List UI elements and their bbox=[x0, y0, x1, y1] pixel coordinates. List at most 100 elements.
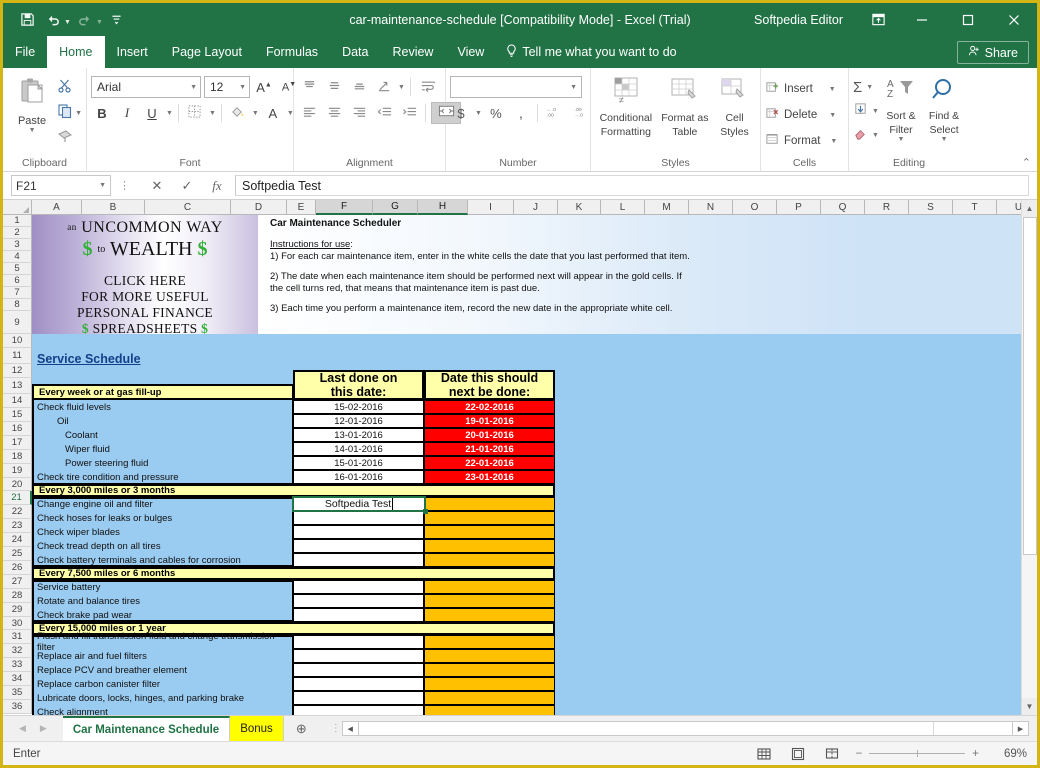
comma-format-button[interactable]: , bbox=[510, 102, 532, 124]
next-due-oil[interactable]: 19-01-2016 bbox=[424, 414, 555, 428]
wrap-text-button[interactable] bbox=[416, 76, 442, 98]
row-header-26[interactable]: 26 bbox=[3, 561, 32, 575]
sheet-tab-bonus[interactable]: Bonus bbox=[230, 716, 284, 741]
next-due-check-hoses[interactable] bbox=[424, 511, 555, 525]
number-format-combo[interactable]: ▼ bbox=[450, 76, 582, 98]
column-header-Q[interactable]: Q bbox=[821, 200, 865, 215]
maximize-restore-button[interactable] bbox=[945, 3, 991, 36]
horizontal-scroll-thumb[interactable] bbox=[359, 722, 934, 735]
tab-formulas[interactable]: Formulas bbox=[254, 36, 330, 68]
next-due-service-battery[interactable] bbox=[424, 580, 555, 594]
font-size-combo[interactable]: 12 ▼ bbox=[204, 76, 250, 98]
page-break-preview-icon[interactable] bbox=[822, 745, 842, 763]
column-header-B[interactable]: B bbox=[82, 200, 145, 215]
font-color-dropdown-icon[interactable]: ▼ bbox=[287, 110, 294, 117]
column-header-O[interactable]: O bbox=[733, 200, 777, 215]
autosum-dropdown-icon[interactable]: ▼ bbox=[866, 84, 873, 91]
column-header-K[interactable]: K bbox=[558, 200, 601, 215]
borders-dropdown-icon[interactable]: ▼ bbox=[209, 110, 216, 117]
row-header-22[interactable]: 22 bbox=[3, 505, 32, 519]
redo-dropdown-icon[interactable]: ▼ bbox=[96, 19, 103, 26]
item-check-battery-terminals[interactable]: Check battery terminals and cables for c… bbox=[32, 553, 292, 567]
cell-styles-button[interactable]: Cell Styles bbox=[713, 73, 756, 138]
accounting-format-button[interactable]: $ bbox=[450, 102, 472, 124]
next-due-replace-pcv[interactable] bbox=[424, 663, 555, 677]
borders-button[interactable] bbox=[184, 102, 206, 124]
last-done-service-battery[interactable] bbox=[293, 580, 424, 594]
item-check-tread-depth[interactable]: Check tread depth on all tires bbox=[32, 539, 292, 553]
item-rotate-balance-tires[interactable]: Rotate and balance tires bbox=[32, 594, 292, 608]
tab-page-layout[interactable]: Page Layout bbox=[160, 36, 254, 68]
row-header-24[interactable]: 24 bbox=[3, 533, 32, 547]
top-align-button[interactable] bbox=[298, 76, 320, 98]
next-due-replace-air-fuel-filters[interactable] bbox=[424, 649, 555, 663]
formula-input[interactable]: Softpedia Test bbox=[235, 175, 1029, 196]
column-header-D[interactable]: D bbox=[231, 200, 287, 215]
column-header-U[interactable]: U bbox=[997, 200, 1021, 215]
item-check-brake-pad-wear[interactable]: Check brake pad wear bbox=[32, 608, 292, 622]
collapse-ribbon-button[interactable]: ⌃ bbox=[1022, 156, 1031, 169]
ribbon-display-options-icon[interactable] bbox=[857, 3, 899, 36]
cell-editor-f21[interactable]: Softpedia Test bbox=[292, 496, 426, 512]
row-header-5[interactable]: 5 bbox=[3, 263, 32, 275]
next-due-replace-carbon-canister[interactable] bbox=[424, 677, 555, 691]
underline-button[interactable]: U bbox=[141, 102, 163, 124]
next-due-rotate-balance-tires[interactable] bbox=[424, 594, 555, 608]
format-painter-button[interactable] bbox=[57, 127, 82, 149]
row-header-12[interactable]: 12 bbox=[3, 364, 32, 378]
item-wiper-fluid[interactable]: Wiper fluid bbox=[60, 442, 292, 456]
last-done-coolant[interactable]: 13-01-2016 bbox=[293, 428, 424, 442]
underline-dropdown-icon[interactable]: ▼ bbox=[166, 110, 173, 117]
redo-icon[interactable] bbox=[73, 8, 97, 32]
zoom-slider-track[interactable] bbox=[869, 753, 965, 754]
row-header-9[interactable]: 9 bbox=[3, 311, 32, 334]
scroll-right-arrow[interactable]: ▶ bbox=[1012, 721, 1029, 736]
last-done-check-wiper-blades[interactable] bbox=[293, 525, 424, 539]
fill-handle[interactable] bbox=[423, 509, 428, 514]
decrease-indent-button[interactable] bbox=[373, 102, 395, 124]
zoom-percentage[interactable]: 69% bbox=[993, 748, 1027, 760]
scroll-down-arrow[interactable]: ▼ bbox=[1022, 698, 1038, 715]
item-check-alignment[interactable]: Check alignment bbox=[32, 705, 292, 715]
insert-function-icon[interactable]: fx bbox=[209, 178, 225, 194]
format-as-table-button[interactable]: Format as Table bbox=[659, 73, 711, 138]
paste-dropdown-icon[interactable]: ▼ bbox=[29, 127, 36, 134]
item-lubricate-doors[interactable]: Lubricate doors, locks, hinges, and park… bbox=[32, 691, 292, 705]
next-due-wiper-fluid[interactable]: 21-01-2016 bbox=[424, 442, 555, 456]
row-header-29[interactable]: 29 bbox=[3, 603, 32, 617]
item-oil[interactable]: Oil bbox=[52, 414, 292, 428]
scroll-up-arrow[interactable]: ▲ bbox=[1022, 200, 1038, 217]
delete-cells-button[interactable]: Delete ▼ bbox=[765, 103, 837, 127]
prev-sheet-arrow[interactable]: ◀ bbox=[19, 723, 26, 734]
fill-color-dropdown-icon[interactable]: ▼ bbox=[252, 110, 259, 117]
next-due-check-tread-depth[interactable] bbox=[424, 539, 555, 553]
row-header-8[interactable]: 8 bbox=[3, 299, 32, 311]
italic-button[interactable]: I bbox=[116, 102, 138, 124]
row-header-18[interactable]: 18 bbox=[3, 450, 32, 464]
column-header-F[interactable]: F bbox=[316, 200, 373, 215]
increase-font-size-button[interactable]: A▲ bbox=[253, 76, 275, 98]
vertical-scroll-thumb[interactable] bbox=[1023, 217, 1037, 555]
row-header-16[interactable]: 16 bbox=[3, 422, 32, 436]
row-header-33[interactable]: 33 bbox=[3, 658, 32, 672]
row-header-17[interactable]: 17 bbox=[3, 436, 32, 450]
scroll-left-arrow[interactable]: ◀ bbox=[342, 721, 359, 736]
delete-dropdown-icon[interactable]: ▼ bbox=[829, 112, 836, 119]
insert-cells-button[interactable]: Insert ▼ bbox=[765, 77, 837, 101]
undo-dropdown-icon[interactable]: ▼ bbox=[64, 19, 71, 26]
next-due-coolant[interactable]: 20-01-2016 bbox=[424, 428, 555, 442]
item-check-tire-condition[interactable]: Check tire condition and pressure bbox=[32, 470, 292, 484]
font-name-dropdown-icon[interactable]: ▼ bbox=[190, 84, 197, 91]
share-button[interactable]: Share bbox=[957, 41, 1029, 64]
last-done-replace-carbon-canister[interactable] bbox=[293, 677, 424, 691]
minimize-button[interactable] bbox=[899, 3, 945, 36]
close-button[interactable] bbox=[991, 3, 1037, 36]
format-cells-button[interactable]: Format ▼ bbox=[765, 129, 837, 153]
column-header-M[interactable]: M bbox=[645, 200, 689, 215]
zoom-control[interactable]: − + bbox=[856, 748, 979, 760]
column-header-L[interactable]: L bbox=[601, 200, 645, 215]
row-header-13[interactable]: 13 bbox=[3, 378, 32, 394]
clear-button[interactable]: ▼ bbox=[853, 124, 879, 146]
last-done-replace-air-fuel-filters[interactable] bbox=[293, 649, 424, 663]
center-align-button[interactable] bbox=[323, 102, 345, 124]
